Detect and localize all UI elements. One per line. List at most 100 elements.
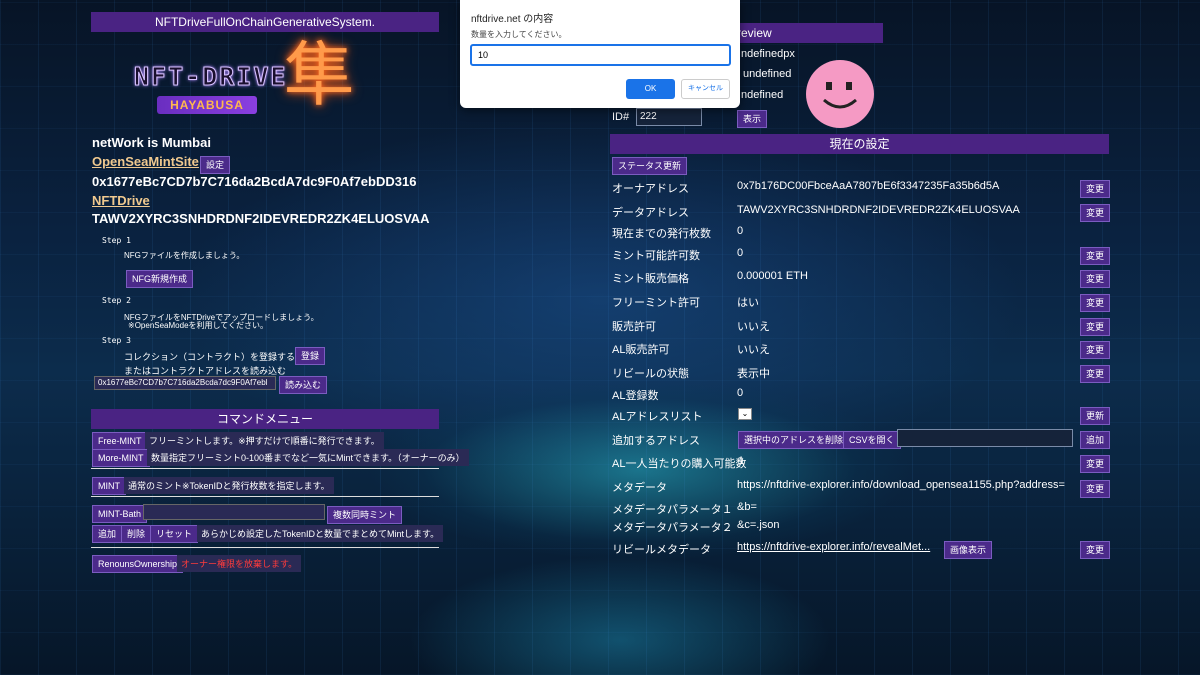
al-list-label: ALアドレスリスト	[612, 411, 703, 423]
freemint-label: フリーミント許可	[612, 297, 700, 309]
nfg-create-button[interactable]: NFG新規作成	[126, 270, 193, 288]
reveal-meta-label: リビールメタデータ	[612, 544, 711, 556]
add-button[interactable]: 追加	[92, 525, 123, 543]
sale-change-button[interactable]: 変更	[1080, 318, 1111, 336]
free-mint-button[interactable]: Free-MINT	[92, 432, 148, 450]
mintable-change-button[interactable]: 変更	[1080, 247, 1111, 265]
al-list-update-button[interactable]: 更新	[1080, 407, 1111, 425]
multi-mint-button[interactable]: 複数同時ミント	[327, 506, 403, 524]
nftdrive-link[interactable]: NFTDrive	[92, 193, 150, 208]
command-menu-header: コマンドメニュー	[91, 409, 439, 429]
meta-label: メタデータ	[612, 482, 667, 494]
renounce-ownership-button[interactable]: RenounsOwnership	[92, 555, 184, 573]
add-address-input[interactable]	[897, 429, 1073, 447]
contract-address: 0x1677eBc7CD7b7C716da2BcdA7dc9F0Af7ebDD3…	[92, 174, 417, 189]
meta-change-button[interactable]: 変更	[1080, 480, 1111, 498]
price-value: 0.000001 ETH	[737, 270, 808, 282]
logo-main: NFT-DRIVE	[133, 62, 288, 92]
mintable-value: 0	[737, 247, 744, 259]
sale-value: いいえ	[737, 321, 770, 333]
owner-value: 0x7b176DC00FbceAaA7807bE6f3347235Fa35b6d…	[737, 180, 1000, 192]
batch-desc: あらかじめ設定したTokenIDと数量でまとめてMintします。	[197, 525, 444, 542]
preview-image	[806, 60, 874, 128]
issued-value: 0	[737, 225, 744, 237]
reset-button[interactable]: リセット	[150, 525, 199, 543]
prompt-dialog: nftdrive.net の内容 数量を入力してください。 OK キャンセル	[460, 0, 740, 108]
id-input[interactable]: 222	[636, 108, 702, 126]
logo-sub: HAYABUSA	[157, 96, 257, 114]
show-button[interactable]: 表示	[737, 110, 768, 128]
al-count-label: AL登録数	[612, 390, 659, 402]
mint-button[interactable]: MINT	[92, 477, 126, 495]
reveal-label: リビールの状態	[612, 368, 689, 380]
divider	[91, 547, 439, 548]
freemint-change-button[interactable]: 変更	[1080, 294, 1111, 312]
delete-selected-button[interactable]: 選択中のアドレスを削除	[738, 431, 850, 449]
preview-line-1: ndefinedpx	[741, 48, 795, 60]
mintable-label: ミント可能許可数	[612, 250, 700, 262]
preview-header: review	[735, 23, 883, 43]
data-change-button[interactable]: 変更	[1080, 204, 1111, 222]
reveal-change-button[interactable]: 変更	[1080, 365, 1111, 383]
step3-title: Step 3	[102, 336, 131, 345]
dialog-input[interactable]	[470, 44, 731, 66]
sale-label: 販売許可	[612, 321, 656, 333]
al-per-change-button[interactable]: 変更	[1080, 455, 1111, 473]
logo-kanji: 隼	[284, 34, 354, 116]
left-header: NFTDriveFullOnChainGenerativeSystem.	[91, 12, 439, 32]
divider	[91, 468, 439, 469]
settings-header: 現在の設定	[610, 134, 1109, 154]
reveal-value: 表示中	[737, 368, 770, 380]
meta-p1-label: メタデータパラメータ１	[612, 504, 733, 516]
mint-bath-input[interactable]	[143, 504, 325, 520]
meta-p2-label: メタデータパラメータ２	[612, 522, 733, 534]
al-per-value: 1	[738, 455, 745, 467]
step2-title: Step 2	[102, 296, 131, 305]
meta-value: https://nftdrive-explorer.info/download_…	[737, 479, 1065, 491]
network-label: netWork is Mumbai	[92, 135, 211, 150]
add-address-label: 追加するアドレス	[612, 435, 700, 447]
free-mint-desc: フリーミントします。※押すだけで順番に発行できます。	[145, 432, 384, 449]
more-mint-button[interactable]: More-MINT	[92, 449, 150, 467]
preview-line-2: undefined	[743, 68, 792, 80]
al-list-dropdown[interactable]: ⌄	[738, 408, 752, 420]
step2-text2: ※OpenSeaModeを利用してください。	[128, 321, 269, 330]
step1-title: Step 1	[102, 236, 131, 245]
settings-button[interactable]: 設定	[200, 156, 231, 174]
preview-line-3: ndefined	[741, 89, 784, 101]
reveal-meta-change-button[interactable]: 変更	[1080, 541, 1111, 559]
al-sale-label: AL販売許可	[612, 344, 670, 356]
dialog-title: nftdrive.net の内容	[471, 14, 554, 25]
al-sale-value: いいえ	[737, 344, 770, 356]
divider	[91, 496, 439, 497]
reveal-meta-link[interactable]: https://nftdrive-explorer.info/revealMet…	[737, 541, 930, 553]
renounce-desc: オーナー権限を放棄します。	[177, 555, 302, 572]
id-label: ID#	[612, 111, 630, 123]
mint-bath-button[interactable]: MINT-Bath	[92, 505, 148, 523]
load-button[interactable]: 読み込む	[279, 376, 328, 394]
add-address-button[interactable]: 追加	[1080, 431, 1111, 449]
al-count-value: 0	[737, 387, 744, 399]
delete-button[interactable]: 削除	[121, 525, 152, 543]
dialog-cancel-button[interactable]: キャンセル	[681, 79, 730, 99]
step1-text: NFGファイルを作成しましょう。	[124, 251, 245, 260]
image-show-button[interactable]: 画像表示	[944, 541, 993, 559]
freemint-value: はい	[737, 297, 759, 309]
owner-change-button[interactable]: 変更	[1080, 180, 1111, 198]
al-per-label: AL一人当たりの購入可能数	[612, 458, 747, 470]
register-button[interactable]: 登録	[295, 347, 326, 365]
open-csv-button[interactable]: CSVを開く	[843, 431, 901, 449]
status-update-button[interactable]: ステータス更新	[612, 157, 688, 175]
chevron-down-icon: ⌄	[741, 409, 749, 418]
step3-text1: コレクション（コントラクト）を登録する	[124, 352, 296, 362]
more-mint-desc: 数量指定フリーミント0-100番までなど一気にMintできます。（オーナーのみ）	[147, 449, 469, 466]
price-change-button[interactable]: 変更	[1080, 270, 1111, 288]
al-sale-change-button[interactable]: 変更	[1080, 341, 1111, 359]
dialog-ok-button[interactable]: OK	[626, 79, 675, 99]
contract-address-input[interactable]: 0x1677eBc7CD7b7C716da2Bcda7dc9F0Af7ebl	[94, 376, 276, 390]
opensea-link[interactable]: OpenSeaMintSite	[92, 154, 199, 169]
drive-address: TAWV2XYRC3SNHDRDNF2IDEVREDR2ZK4ELUOSVAA	[92, 211, 430, 226]
price-label: ミント販売価格	[612, 273, 689, 285]
meta-p2-value: &c=.json	[737, 519, 780, 531]
mint-desc: 通常のミント※TokenIDと発行枚数を指定します。	[124, 477, 334, 494]
